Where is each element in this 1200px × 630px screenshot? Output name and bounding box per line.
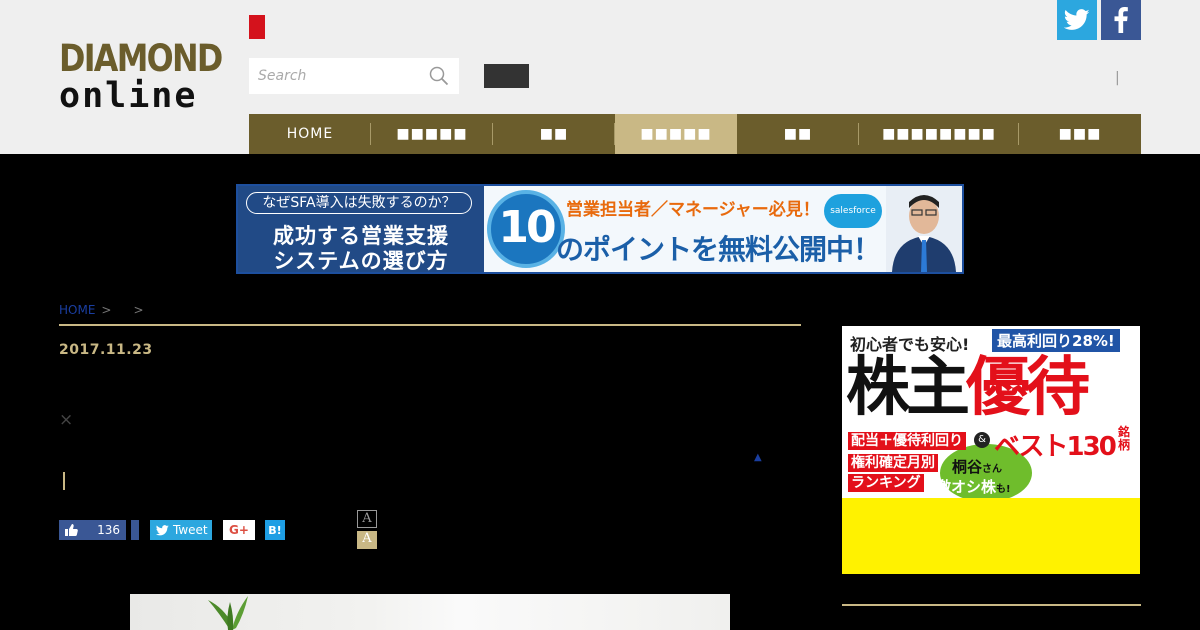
nav-item-label: ■■: [539, 126, 569, 142]
article-date: 2017.11.23: [59, 342, 153, 358]
facebook-icon: [1114, 7, 1128, 33]
ad-best-text: ベスト130: [994, 432, 1117, 462]
plant-image: [208, 596, 248, 630]
red-marker: [249, 15, 265, 39]
nav-item-3[interactable]: ■■: [493, 114, 615, 154]
search-icon[interactable]: [429, 66, 449, 86]
nav-item-label: HOME: [286, 126, 334, 142]
ad-red-label-2: 権利確定月別: [848, 454, 938, 472]
article-header-rule: [59, 324, 801, 326]
ad-kiritani-name: 桐谷: [952, 458, 983, 476]
main-nav: HOME ■■■■■ ■■ ■■■■■ ■■ ■■■■■■■■ ■■■: [249, 114, 1141, 154]
search-box: [249, 58, 459, 94]
twitter-button[interactable]: [1057, 0, 1097, 40]
like-count: 136: [97, 523, 120, 537]
ad-mei-text: 銘柄: [1118, 425, 1131, 452]
logo-line-diamond: DIAMOND: [59, 37, 223, 80]
ad-artwork: 初心者でも安心! 最高利回り28%! 株主優待 配当＋優待利回り & ベスト13…: [842, 326, 1140, 502]
nav-item-2[interactable]: ■■■■■: [371, 114, 493, 154]
banner-person-image: [886, 186, 962, 272]
logo-line-online: online: [59, 76, 198, 116]
twitter-icon: [1064, 9, 1090, 30]
twitter-bird-icon: [156, 524, 169, 535]
banner-pill-text: なぜSFA導入は失敗するのか？: [246, 192, 472, 214]
thumbs-up-icon: [65, 524, 78, 536]
ad-red-label-1: 配当＋優待利回り: [848, 432, 966, 450]
facebook-like-button[interactable]: 136: [59, 520, 126, 540]
header-dark-button[interactable]: [484, 64, 529, 88]
breadcrumb-home-link[interactable]: HOME: [59, 303, 95, 317]
sidebar-ad[interactable]: 初心者でも安心! 最高利回り28%! 株主優待 配当＋優待利回り & ベスト13…: [842, 326, 1140, 574]
ad-gekioshi-label: 激オシ株: [936, 478, 997, 496]
search-input[interactable]: [249, 58, 424, 94]
ad-ampersand: &: [974, 432, 990, 448]
nav-item-label: ■■: [783, 126, 813, 142]
sidebar-rule: [842, 604, 1141, 606]
site-logo[interactable]: DIAMOND online: [59, 37, 223, 116]
nav-item-label: ■■■■■: [396, 126, 468, 142]
ad-headline-black: 株主: [846, 351, 970, 425]
banner-main-text: のポイントを無料公開中！: [556, 233, 881, 266]
breadcrumb: HOME > >: [59, 303, 152, 317]
close-icon[interactable]: ×: [59, 410, 73, 430]
banner-subtitle: 営業担当者／マネージャー必見！: [566, 200, 820, 220]
triangle-up-icon[interactable]: ▲: [754, 452, 766, 464]
hatena-bookmark-button[interactable]: B!: [265, 520, 285, 540]
nav-item-4-active[interactable]: ■■■■■: [615, 114, 737, 154]
ad-gekioshi-text: 激オシ株も!: [936, 476, 1011, 497]
article-hero-image: [130, 594, 730, 630]
font-size-large-button[interactable]: A: [357, 531, 377, 549]
google-plus-button[interactable]: G+: [223, 520, 255, 540]
nav-item-5[interactable]: ■■: [737, 114, 859, 154]
ad-headline-red: 優待: [966, 351, 1090, 425]
nav-item-label: ■■■■■■■■: [882, 126, 996, 142]
breadcrumb-separator: >: [133, 303, 144, 317]
nav-item-home[interactable]: HOME: [249, 114, 371, 154]
banner-left-panel: なぜSFA導入は失敗するのか？ 成功する営業支援 システムの選び方: [238, 186, 484, 272]
ad-yellow-panel: [842, 498, 1140, 574]
ad-mo-text: も!: [996, 484, 1011, 495]
ad-headline: 株主優待: [846, 351, 1090, 425]
site-header: DIAMOND online | HOME ■■■■■ ■■ ■■■■■: [0, 0, 1200, 154]
banner-ten-circle: 10: [487, 190, 565, 268]
salesforce-logo: salesforce: [824, 194, 882, 228]
nav-item-label: ■■■■■: [640, 126, 712, 142]
ad-yield-badge: 最高利回り28%!: [990, 327, 1122, 354]
font-size-small-button[interactable]: A: [357, 510, 377, 528]
tweet-button[interactable]: Tweet: [150, 520, 212, 540]
breadcrumb-separator: >: [101, 303, 112, 317]
ad-kiritani-text: 桐谷さん: [952, 456, 1002, 477]
nav-item-6[interactable]: ■■■■■■■■: [859, 114, 1019, 154]
nav-item-label: ■■■: [1058, 126, 1102, 142]
facebook-button[interactable]: [1101, 0, 1141, 40]
banner-ad[interactable]: なぜSFA導入は失敗するのか？ 成功する営業支援 システムの選び方 10 営業担…: [236, 184, 964, 274]
banner-title-line2: システムの選び方: [273, 249, 449, 273]
header-divider: |: [1115, 70, 1120, 86]
tweet-label: Tweet: [173, 523, 208, 537]
ad-san-text: さん: [982, 464, 1003, 475]
ad-red-label-3: ランキング: [848, 474, 924, 492]
nav-item-7[interactable]: ■■■: [1019, 114, 1141, 154]
like-share-segment[interactable]: [131, 520, 139, 540]
title-accent-bar: [63, 472, 65, 490]
